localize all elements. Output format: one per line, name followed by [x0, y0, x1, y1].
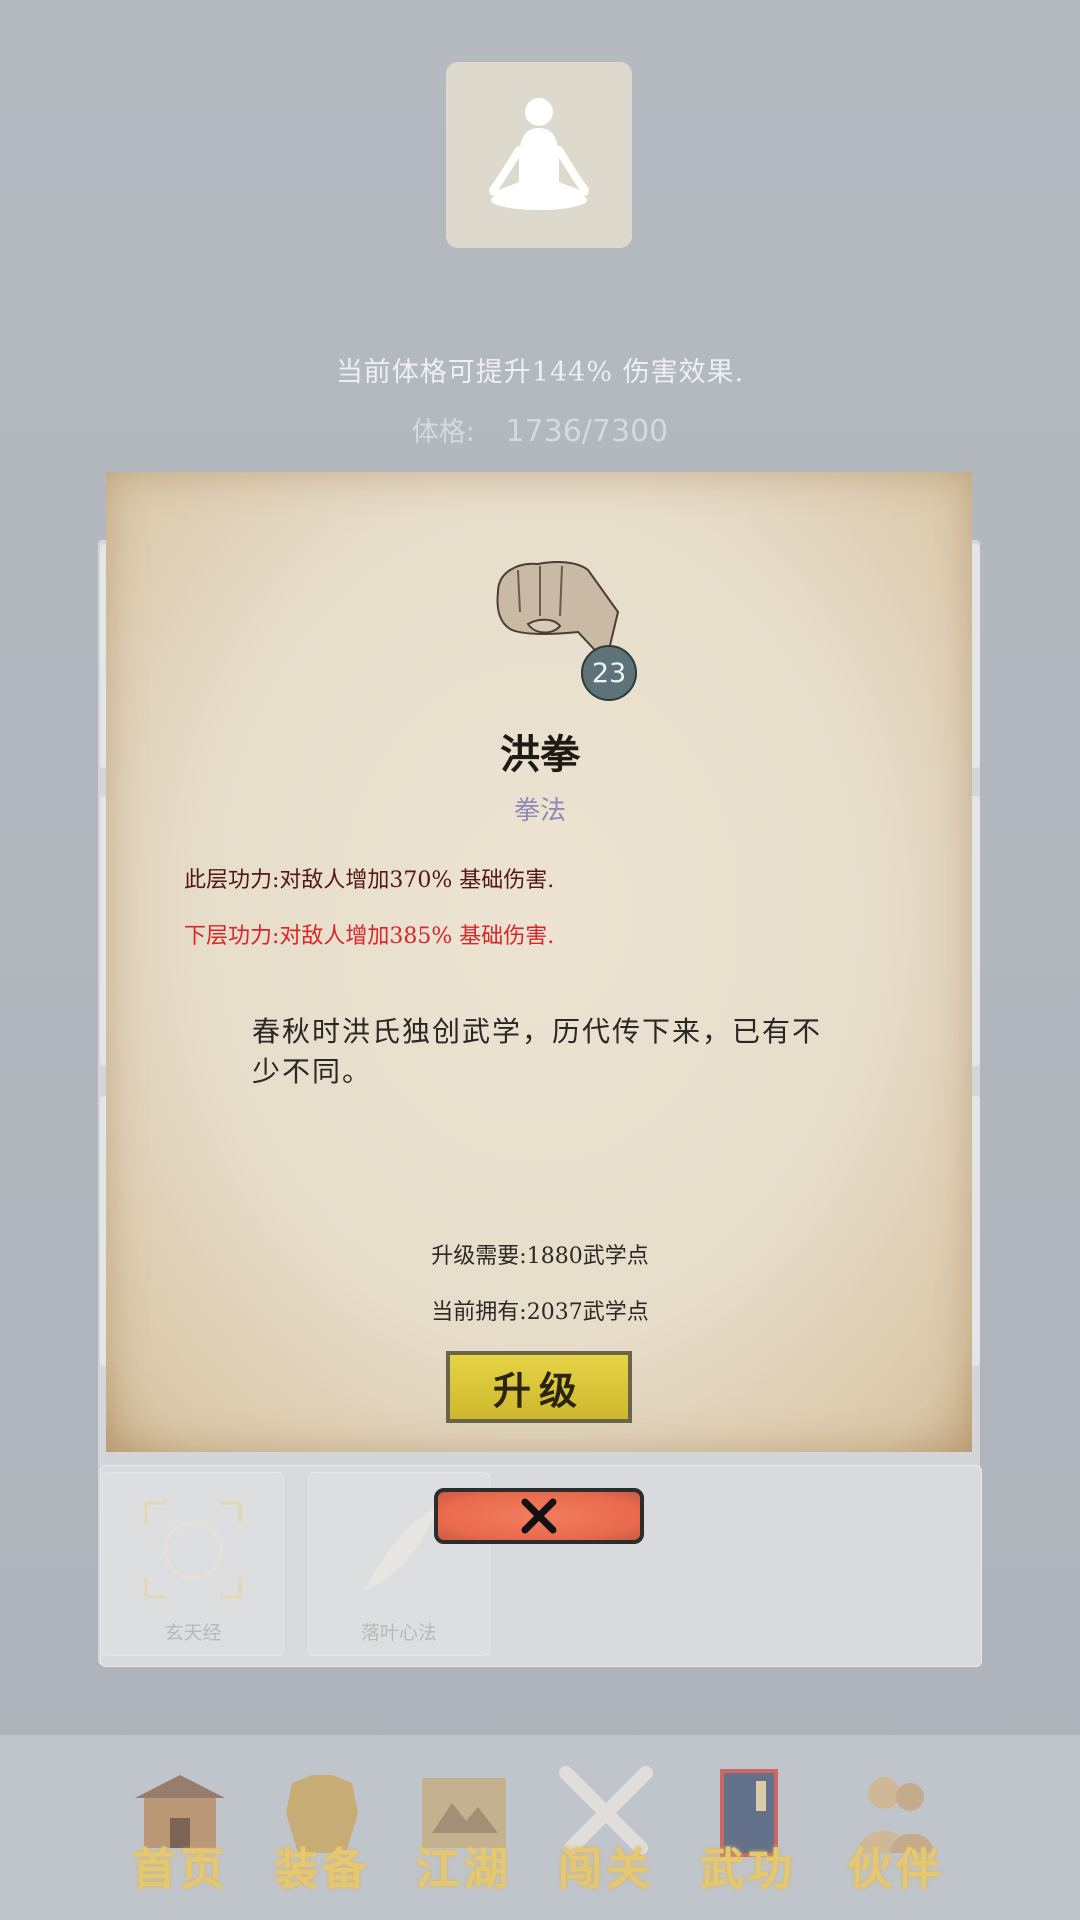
meditation-figure-icon — [489, 98, 589, 210]
avatar — [446, 62, 632, 248]
nav-item-challenge[interactable]: 闯关 — [536, 1735, 676, 1920]
skill-description: 春秋时洪氏独创武学，历代传下来，已有不少不同。 — [252, 1015, 823, 1088]
nav-item-equipment[interactable]: 装备 — [252, 1735, 392, 1920]
current-level-power: 此层功力:对敌人增加370% 基础伤害. — [184, 868, 555, 893]
skill-level-badge: 23 — [581, 645, 637, 701]
physique-bonus-text: 当前体格可提升144% 伤害效果. — [335, 357, 745, 388]
physique-value: 1736/7300 — [505, 414, 669, 449]
nav-item-home[interactable]: 首页 — [110, 1735, 250, 1920]
next-level-power: 下层功力:对敌人增加385% 基础伤害. — [184, 924, 555, 949]
skill-card-label: 玄天经 — [164, 1622, 222, 1644]
upgrade-button-label: 升级 — [492, 1367, 585, 1413]
physique-stat: 体格: 1736/7300 — [0, 410, 1080, 449]
skill-card-xuantianjing[interactable]: 玄天经 — [102, 1472, 284, 1656]
upgrade-cost: 升级需要:1880武学点 — [431, 1244, 649, 1269]
points-owned: 当前拥有:2037武学点 — [431, 1300, 649, 1325]
nav-label: 闯关 — [558, 1844, 654, 1895]
nav-label: 武功 — [700, 1844, 796, 1895]
skill-name: 洪拳 — [500, 731, 580, 778]
skill-card-label: 落叶心法 — [360, 1622, 437, 1644]
nav-label: 江湖 — [416, 1844, 512, 1895]
close-x-icon — [521, 1498, 557, 1534]
nav-item-martial-arts[interactable]: 武功 — [678, 1735, 818, 1920]
nav-label: 装备 — [274, 1844, 370, 1895]
nav-item-jianghu[interactable]: 江湖 — [394, 1735, 534, 1920]
page: 当前体格可提升144% 伤害效果. 体格: 1736/7300 玄天经 落叶心法… — [0, 0, 1080, 1920]
upgrade-button[interactable]: 升级 — [446, 1351, 632, 1423]
nav-label: 伙伴 — [848, 1844, 944, 1895]
xuan-seal-icon — [144, 1501, 242, 1599]
nav-label: 首页 — [132, 1844, 228, 1895]
skill-type: 拳法 — [513, 796, 566, 826]
nav-item-companions[interactable]: 伙伴 — [826, 1735, 966, 1920]
bottom-nav: 首页 装备 江湖 闯关 武功 伙伴 — [0, 1735, 1080, 1920]
physique-label: 体格: — [411, 417, 475, 448]
close-button[interactable] — [434, 1488, 644, 1544]
